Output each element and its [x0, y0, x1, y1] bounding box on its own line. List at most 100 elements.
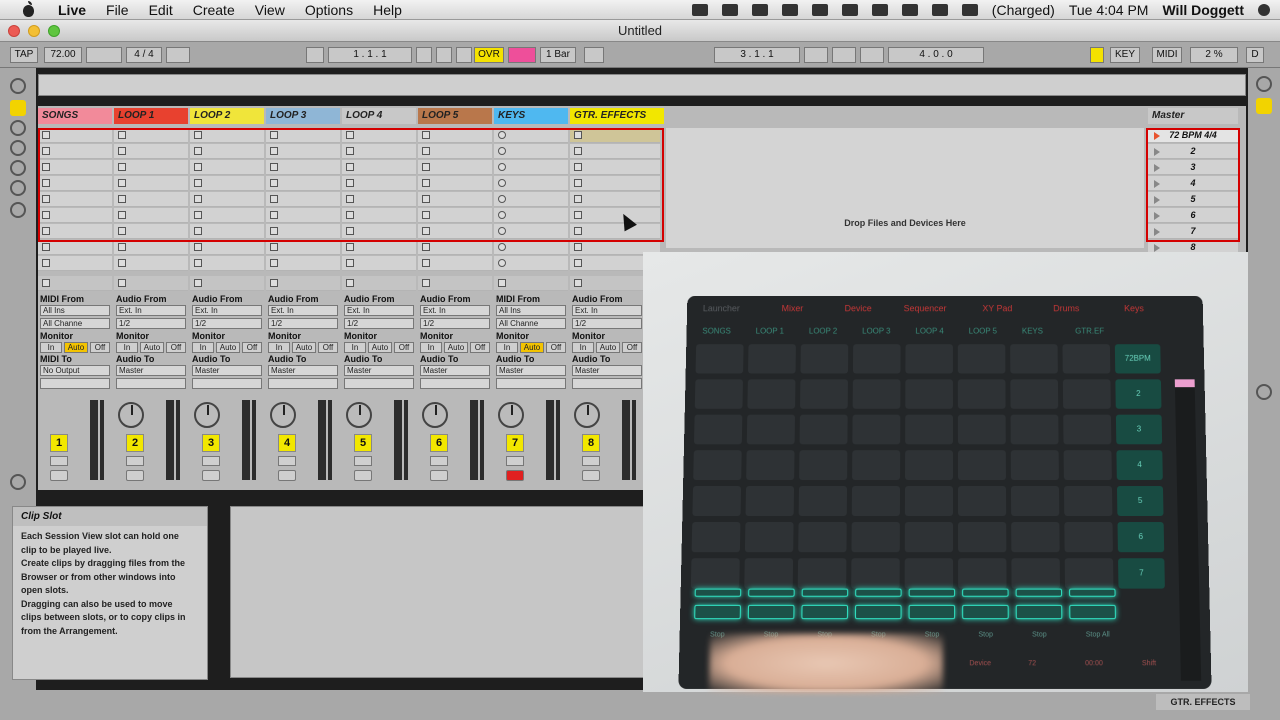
clip-slot[interactable] [266, 224, 340, 239]
output-channel-select[interactable] [420, 378, 490, 389]
clip-stop-icon[interactable] [574, 227, 582, 235]
clip-slot[interactable] [342, 240, 416, 255]
tablet-clip-pad[interactable] [958, 522, 1007, 553]
clip-slot[interactable] [114, 176, 188, 191]
monitor-in-button[interactable]: In [420, 342, 442, 353]
clip-stop-icon[interactable] [194, 179, 202, 187]
clip-slot[interactable] [418, 224, 492, 239]
clip-slot[interactable] [38, 208, 112, 223]
clip-stop-icon[interactable] [42, 131, 50, 139]
clip-stop-icon[interactable] [346, 259, 354, 267]
close-window-button[interactable] [8, 25, 20, 37]
tablet-track-stop-led[interactable] [1015, 604, 1063, 620]
arm-record-button[interactable] [278, 470, 296, 481]
session-view-icon[interactable] [1256, 98, 1272, 114]
scene-launch[interactable]: 3 [1148, 160, 1238, 175]
clip-slot[interactable] [266, 128, 340, 143]
metronome-icon[interactable] [166, 47, 190, 63]
scene-launch[interactable]: 5 [1148, 192, 1238, 207]
folder-3-icon[interactable] [10, 180, 26, 196]
record-arm-slot-icon[interactable] [498, 259, 506, 267]
clip-slot[interactable] [266, 256, 340, 271]
clip-stop-icon[interactable] [270, 195, 278, 203]
tablet-clip-pad[interactable] [1010, 379, 1059, 409]
tablet-clip-pad[interactable] [957, 486, 1007, 516]
solo-headphone-icon[interactable] [126, 456, 144, 466]
clip-slot[interactable] [494, 208, 568, 223]
tablet-track-select-led[interactable] [855, 588, 902, 597]
clip-stop-icon[interactable] [574, 131, 582, 139]
tablet-track-select-led[interactable] [801, 588, 849, 597]
tablet-scene-launch[interactable]: 6 [1117, 522, 1165, 553]
track-header[interactable]: LOOP 3 [266, 108, 340, 124]
clip-stop-icon[interactable] [574, 243, 582, 251]
track-activator-button[interactable]: 5 [354, 434, 372, 452]
battery-status[interactable]: (Charged) [992, 2, 1055, 18]
clip-slot[interactable] [494, 240, 568, 255]
monitor-auto-button[interactable]: Auto [368, 342, 392, 353]
tablet-scroll-handle[interactable] [1174, 379, 1195, 388]
clip-stop-icon[interactable] [422, 147, 430, 155]
pan-knob[interactable] [346, 402, 372, 428]
output-type-select[interactable]: Master [268, 365, 338, 376]
tablet-track-stop-led[interactable] [1069, 604, 1116, 620]
clip-stop-icon[interactable] [42, 259, 50, 267]
clip-stop-icon[interactable] [270, 147, 278, 155]
loop-switch-icon[interactable] [832, 47, 856, 63]
record-arm-slot-icon[interactable] [498, 179, 506, 187]
output-channel-select[interactable] [116, 378, 186, 389]
clip-slot[interactable] [266, 208, 340, 223]
input-channel-select[interactable]: 1/2 [268, 318, 338, 329]
clip-slot[interactable] [418, 144, 492, 159]
monitor-off-button[interactable]: Off [166, 342, 186, 353]
clip-stop-icon[interactable] [574, 163, 582, 171]
monitor-in-button[interactable]: In [572, 342, 594, 353]
input-type-select[interactable]: All Ins [496, 305, 566, 316]
browser-toggle-icon[interactable] [10, 78, 26, 94]
play-icon[interactable] [416, 47, 432, 63]
monitor-off-button[interactable]: Off [622, 342, 642, 353]
clip-stop-icon[interactable] [574, 147, 582, 155]
clip-stop-icon[interactable] [270, 163, 278, 171]
clip-slot[interactable] [38, 224, 112, 239]
clip-stop-icon[interactable] [422, 195, 430, 203]
clip-slot[interactable] [494, 176, 568, 191]
input-channel-select[interactable]: All Channe [496, 318, 566, 329]
record-arm-slot-icon[interactable] [498, 195, 506, 203]
clip-slot[interactable] [114, 224, 188, 239]
clip-stop-icon[interactable] [118, 211, 126, 219]
user-name[interactable]: Will Doggett [1162, 2, 1244, 18]
arm-record-button[interactable] [354, 470, 372, 481]
midi-arrangement-record-icon[interactable] [508, 47, 536, 63]
clip-slot[interactable] [266, 144, 340, 159]
tablet-track-select-led[interactable] [694, 588, 742, 597]
clip-stop-icon[interactable] [118, 259, 126, 267]
tablet-clip-pad[interactable] [957, 344, 1006, 374]
clip-slot[interactable] [570, 160, 660, 175]
tablet-clip-pad[interactable] [746, 414, 795, 445]
output-type-select[interactable]: No Output [40, 365, 110, 376]
tablet-clip-pad[interactable] [905, 414, 953, 445]
output-type-select[interactable]: Master [420, 365, 490, 376]
tablet-clip-pad[interactable] [1063, 414, 1112, 445]
solo-headphone-icon[interactable] [506, 456, 524, 466]
clip-slot[interactable] [342, 160, 416, 175]
tablet-clip-pad[interactable] [1011, 558, 1060, 589]
hot-swap-icon[interactable] [10, 202, 26, 218]
clip-slot[interactable] [38, 256, 112, 271]
tablet-clip-pad[interactable] [1010, 450, 1059, 481]
scroll-down-icon[interactable] [1256, 384, 1272, 400]
clip-stop-icon[interactable] [118, 163, 126, 171]
tablet-clip-pad[interactable] [851, 486, 901, 516]
clip-slot[interactable] [114, 160, 188, 175]
clip-slot[interactable] [38, 192, 112, 207]
clip-stop-icon[interactable] [118, 131, 126, 139]
loop-length-field[interactable]: 4 . 0 . 0 [888, 47, 984, 63]
clip-stop-icon[interactable] [194, 243, 202, 251]
minimize-window-button[interactable] [28, 25, 40, 37]
pan-knob[interactable] [574, 402, 600, 428]
live-devices-icon[interactable] [10, 100, 26, 116]
clip-stop-icon[interactable] [194, 131, 202, 139]
output-channel-select[interactable] [192, 378, 262, 389]
loop-start-field[interactable]: 3 . 1 . 1 [714, 47, 800, 63]
